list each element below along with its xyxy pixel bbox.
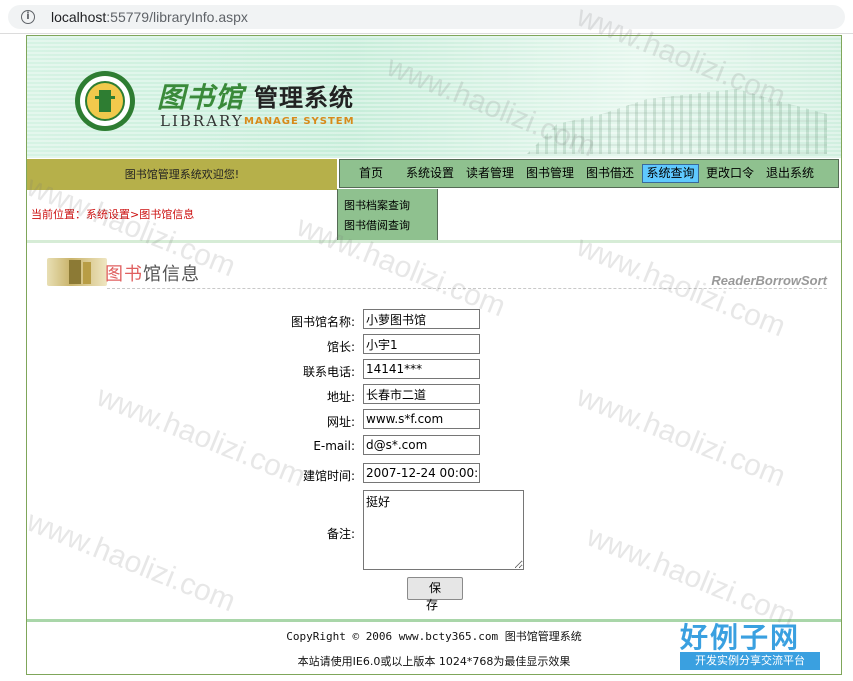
logo-english-library: LIBRARY <box>160 112 244 130</box>
url-host: localhost <box>51 9 107 25</box>
logo-english-manage: MANAGE SYSTEM <box>244 116 355 127</box>
website-label: 网址: <box>326 415 355 429</box>
nav-book-borrow-return[interactable]: 图书借还 <box>584 164 636 183</box>
nav-book-management[interactable]: 图书管理 <box>524 164 576 183</box>
library-building-graphic <box>527 89 827 154</box>
phone-input[interactable] <box>363 359 480 379</box>
brand-title: 好例子网 <box>680 621 801 654</box>
phone-label: 联系电话: <box>302 365 355 379</box>
haolizi-brand-logo: 好例子网 开发实例分享交流平台 <box>680 616 822 672</box>
section-english-tag: ReaderBorrowSort <box>711 273 827 288</box>
section-title: 图书馆信息 <box>105 260 200 286</box>
dropdown-book-borrow-query[interactable]: 图书借阅查询 <box>344 217 410 233</box>
banner: 图书馆 管理系统 LIBRARY MANAGE SYSTEM <box>27 36 841 158</box>
save-button[interactable]: 保 存 <box>407 577 463 612</box>
divider <box>27 240 841 243</box>
notes-label: 备注: <box>326 527 355 541</box>
url-box[interactable]: i localhost:55779/libraryInfo.aspx <box>8 5 845 29</box>
page-frame: 图书馆 管理系统 LIBRARY MANAGE SYSTEM 图书馆管理系统欢迎… <box>26 35 842 675</box>
nav-reader-management[interactable]: 读者管理 <box>464 164 516 183</box>
system-query-dropdown: 图书档案查询 图书借阅查询 <box>337 189 438 241</box>
section-title-gray: 馆信息 <box>143 264 200 285</box>
url-text[interactable]: localhost:55779/libraryInfo.aspx <box>51 9 248 25</box>
nav-system-query[interactable]: 系统查询 <box>642 164 699 183</box>
section-title-red: 图书 <box>105 264 143 285</box>
notes-textarea[interactable]: 挺好 <box>363 490 524 570</box>
library-seal-logo <box>75 71 135 131</box>
brand-subtitle: 开发实例分享交流平台 <box>680 652 820 670</box>
welcome-bar: 图书馆管理系统欢迎您! <box>27 159 337 190</box>
curator-label: 馆长: <box>326 340 355 354</box>
founded-date-input[interactable] <box>363 463 480 483</box>
breadcrumb: 当前位置：系统设置>图书馆信息 <box>31 208 195 221</box>
dropdown-book-archive-query[interactable]: 图书档案查询 <box>344 197 410 213</box>
address-input[interactable] <box>363 384 480 404</box>
section-header: 图书馆信息 ReaderBorrowSort <box>47 254 827 292</box>
info-icon[interactable]: i <box>21 10 35 24</box>
library-name-label: 图书馆名称: <box>290 315 355 329</box>
logo-chinese-title: 图书馆 <box>157 81 245 114</box>
curator-input[interactable] <box>363 334 480 354</box>
founded-date-label: 建馆时间: <box>302 469 355 483</box>
nav-system-settings[interactable]: 系统设置 <box>404 164 456 183</box>
section-dashed-line <box>107 288 827 289</box>
website-input[interactable] <box>363 409 480 429</box>
email-label: E-mail: <box>313 439 355 453</box>
email-input[interactable] <box>363 435 480 455</box>
url-path: :55779/libraryInfo.aspx <box>106 9 248 25</box>
browser-address-bar: i localhost:55779/libraryInfo.aspx <box>0 0 853 34</box>
books-icon <box>47 258 107 286</box>
address-label: 地址: <box>326 390 355 404</box>
nav-change-password[interactable]: 更改口令 <box>704 164 756 183</box>
main-nav: 首页 系统设置 读者管理 图书管理 图书借还 系统查询 更改口令 退出系统 <box>339 159 839 188</box>
nav-logout[interactable]: 退出系统 <box>764 164 816 183</box>
nav-home[interactable]: 首页 <box>354 164 388 183</box>
logo-chinese-subtitle: 管理系统 <box>254 84 354 112</box>
library-name-input[interactable] <box>363 309 480 329</box>
